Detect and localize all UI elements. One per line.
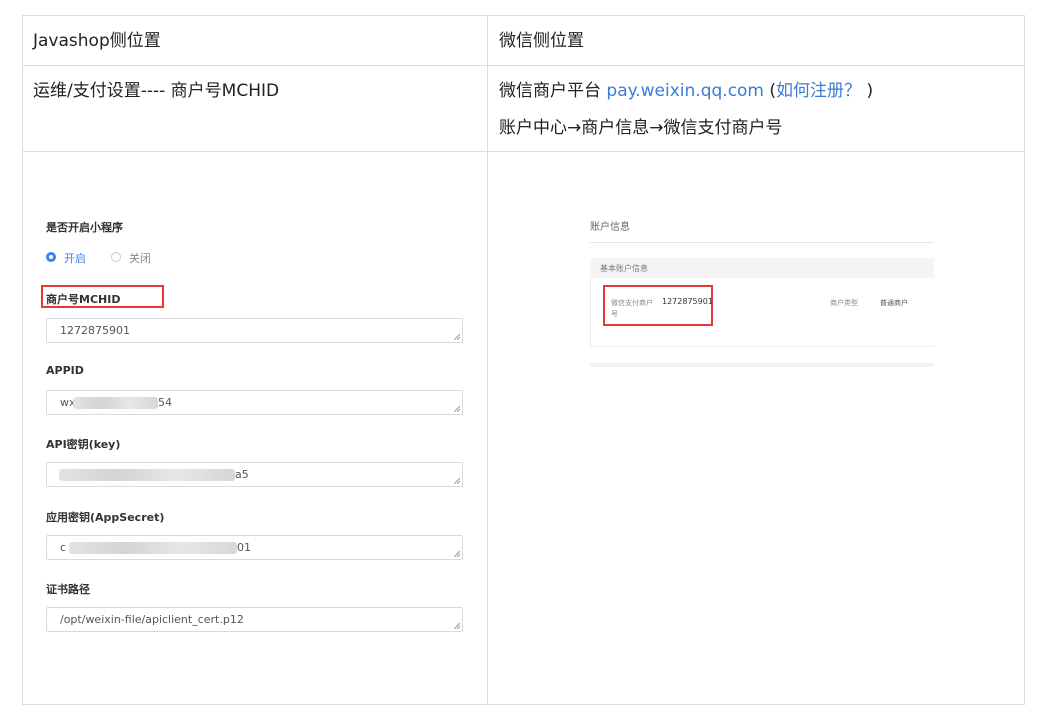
resize-grip-icon [453,550,460,557]
paren-open: ( [764,81,777,101]
radio-enable[interactable] [46,252,56,262]
row-divider-header [22,65,1025,66]
appid-label: APPID [46,364,84,377]
header-weixin: 微信侧位置 [499,31,584,51]
appsecret-label: 应用密钥(AppSecret) [46,511,165,524]
mchid-value: 1272875901 [60,324,130,337]
merchant-id-label-cont: 号 [611,310,618,318]
mchid-label: 商户号MCHID [46,293,121,306]
account-info-title: 账户信息 [590,222,630,233]
appid-field[interactable]: wx 54 [46,390,463,415]
appsecret-value-start: c [60,541,67,554]
cert-path-value: /opt/weixin-file/apiclient_cert.p12 [60,613,244,626]
cert-path-label: 证书路径 [46,583,90,596]
javashop-path: 运维/支付设置---- 商户号MCHID [33,81,280,101]
radio-enable-label: 开启 [64,252,86,265]
column-divider [487,15,488,705]
redaction-blur [73,397,158,409]
appsecret-value-end: 01 [237,541,251,554]
apikey-field[interactable]: a5 [46,462,463,487]
weixin-pay-link[interactable]: pay.weixin.qq.com [606,81,764,101]
paren-close: ) [861,81,874,101]
weixin-platform-line: 微信商户平台 pay.weixin.qq.com (如何注册？ ) [499,80,873,102]
basic-account-info-label: 基本账户信息 [600,264,648,273]
merchant-type-value: 普通商户 [880,299,908,307]
resize-grip-icon [453,405,460,412]
radio-disable-label: 关闭 [129,252,151,265]
appsecret-field[interactable]: c 01 [46,535,463,560]
apikey-label: API密钥(key) [46,438,121,451]
apikey-value-end: a5 [235,468,249,481]
resize-grip-icon [453,477,460,484]
account-divider [590,242,934,243]
header-javashop: Javashop侧位置 [33,31,161,51]
resize-grip-icon [453,622,460,629]
weixin-platform-prefix: 微信商户平台 [499,81,607,101]
redaction-blur [69,542,237,554]
mini-program-label: 是否开启小程序 [46,221,123,234]
radio-disable[interactable] [111,252,121,262]
resize-grip-icon [453,333,460,340]
merchant-type-label: 商户类型 [830,299,858,307]
account-panel-footer [590,363,934,367]
weixin-account-path: 账户中心→商户信息→微信支付商户号 [499,118,783,138]
merchant-id-value: 1272875901 [662,297,713,306]
merchant-id-label: 微信支付商户 [611,299,653,307]
row-divider-row1 [22,151,1025,152]
mchid-field[interactable]: 1272875901 [46,318,463,343]
how-to-register-link[interactable]: 如何注册？ [776,81,861,101]
redaction-blur [59,469,235,481]
appid-value-end: 54 [158,396,172,409]
cert-path-field[interactable]: /opt/weixin-file/apiclient_cert.p12 [46,607,463,632]
